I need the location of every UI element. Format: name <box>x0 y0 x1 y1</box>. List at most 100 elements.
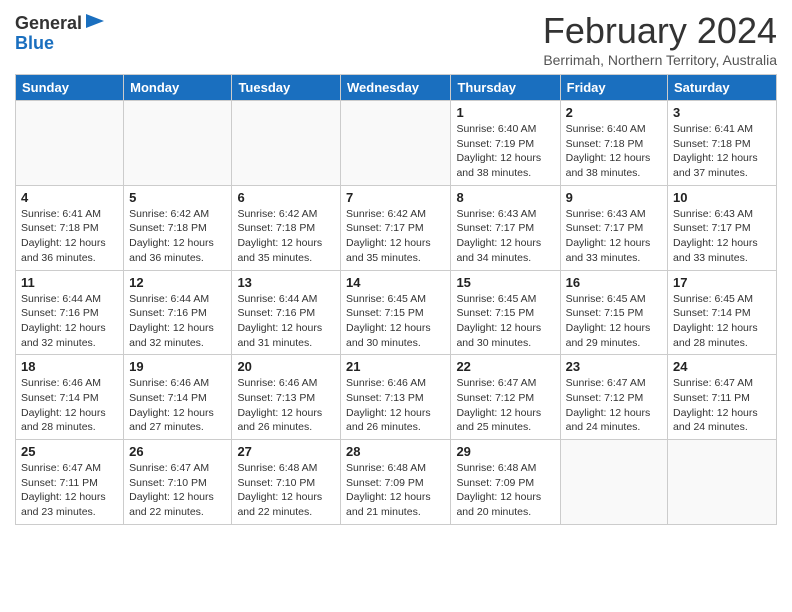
day-info: Sunrise: 6:47 AM Sunset: 7:11 PM Dayligh… <box>21 461 118 520</box>
weekday-header-thursday: Thursday <box>451 75 560 101</box>
calendar-cell: 23 Sunrise: 6:47 AM Sunset: 7:12 PM Dayli… <box>560 355 667 440</box>
day-info: Sunrise: 6:47 AM Sunset: 7:12 PM Dayligh… <box>456 376 554 435</box>
day-info: Sunrise: 6:46 AM Sunset: 7:13 PM Dayligh… <box>237 376 335 435</box>
day-number: 27 <box>237 444 335 459</box>
calendar-week-1: 1 Sunrise: 6:40 AM Sunset: 7:19 PM Daylig… <box>16 101 777 186</box>
day-number: 18 <box>21 359 118 374</box>
calendar-cell: 27 Sunrise: 6:48 AM Sunset: 7:10 PM Dayli… <box>232 440 341 525</box>
day-number: 20 <box>237 359 335 374</box>
calendar-cell: 29 Sunrise: 6:48 AM Sunset: 7:09 PM Dayli… <box>451 440 560 525</box>
day-number: 17 <box>673 275 771 290</box>
logo: General Blue <box>15 10 104 54</box>
day-number: 1 <box>456 105 554 120</box>
day-number: 8 <box>456 190 554 205</box>
day-number: 23 <box>566 359 662 374</box>
logo-text-block: General Blue <box>15 14 104 54</box>
calendar-cell <box>232 101 341 186</box>
day-number: 2 <box>566 105 662 120</box>
header: General Blue February 2024 Berrimah, Nor… <box>15 10 777 68</box>
day-info: Sunrise: 6:47 AM Sunset: 7:10 PM Dayligh… <box>129 461 226 520</box>
day-info: Sunrise: 6:45 AM Sunset: 7:15 PM Dayligh… <box>346 292 445 351</box>
day-number: 25 <box>21 444 118 459</box>
day-info: Sunrise: 6:40 AM Sunset: 7:19 PM Dayligh… <box>456 122 554 181</box>
day-number: 14 <box>346 275 445 290</box>
calendar-cell: 5 Sunrise: 6:42 AM Sunset: 7:18 PM Daylig… <box>124 185 232 270</box>
location-subtitle: Berrimah, Northern Territory, Australia <box>543 52 777 68</box>
day-number: 15 <box>456 275 554 290</box>
day-number: 6 <box>237 190 335 205</box>
month-title: February 2024 <box>543 10 777 52</box>
day-info: Sunrise: 6:42 AM Sunset: 7:18 PM Dayligh… <box>129 207 226 266</box>
calendar-cell: 17 Sunrise: 6:45 AM Sunset: 7:14 PM Dayli… <box>668 270 777 355</box>
day-number: 22 <box>456 359 554 374</box>
calendar-cell: 13Sunrise: 6:44 AM Sunset: 7:16 PM Dayli… <box>232 270 341 355</box>
calendar-week-2: 4 Sunrise: 6:41 AM Sunset: 7:18 PM Daylig… <box>16 185 777 270</box>
day-number: 7 <box>346 190 445 205</box>
calendar-cell <box>16 101 124 186</box>
title-area: February 2024 Berrimah, Northern Territo… <box>543 10 777 68</box>
calendar-week-4: 18 Sunrise: 6:46 AM Sunset: 7:14 PM Dayli… <box>16 355 777 440</box>
day-info: Sunrise: 6:47 AM Sunset: 7:12 PM Dayligh… <box>566 376 662 435</box>
weekday-header-wednesday: Wednesday <box>341 75 451 101</box>
calendar-week-3: 11 Sunrise: 6:44 AM Sunset: 7:16 PM Dayli… <box>16 270 777 355</box>
calendar-cell: 11 Sunrise: 6:44 AM Sunset: 7:16 PM Dayli… <box>16 270 124 355</box>
day-number: 28 <box>346 444 445 459</box>
calendar-cell: 9Sunrise: 6:43 AM Sunset: 7:17 PM Daylig… <box>560 185 667 270</box>
day-number: 16 <box>566 275 662 290</box>
day-number: 29 <box>456 444 554 459</box>
calendar-cell: 2Sunrise: 6:40 AM Sunset: 7:18 PM Daylig… <box>560 101 667 186</box>
day-number: 13 <box>237 275 335 290</box>
day-info: Sunrise: 6:41 AM Sunset: 7:18 PM Dayligh… <box>21 207 118 266</box>
calendar-cell: 24 Sunrise: 6:47 AM Sunset: 7:11 PM Dayli… <box>668 355 777 440</box>
day-info: Sunrise: 6:43 AM Sunset: 7:17 PM Dayligh… <box>673 207 771 266</box>
calendar-table: SundayMondayTuesdayWednesdayThursdayFrid… <box>15 74 777 525</box>
day-number: 10 <box>673 190 771 205</box>
day-number: 26 <box>129 444 226 459</box>
day-number: 19 <box>129 359 226 374</box>
day-number: 24 <box>673 359 771 374</box>
calendar-cell: 4 Sunrise: 6:41 AM Sunset: 7:18 PM Daylig… <box>16 185 124 270</box>
calendar-cell: 14 Sunrise: 6:45 AM Sunset: 7:15 PM Dayli… <box>341 270 451 355</box>
weekday-header-tuesday: Tuesday <box>232 75 341 101</box>
logo-general: General <box>15 14 82 34</box>
day-number: 11 <box>21 275 118 290</box>
day-info: Sunrise: 6:46 AM Sunset: 7:13 PM Dayligh… <box>346 376 445 435</box>
calendar-cell: 26 Sunrise: 6:47 AM Sunset: 7:10 PM Dayli… <box>124 440 232 525</box>
weekday-header-row: SundayMondayTuesdayWednesdayThursdayFrid… <box>16 75 777 101</box>
calendar-cell: 7Sunrise: 6:42 AM Sunset: 7:17 PM Daylig… <box>341 185 451 270</box>
day-number: 5 <box>129 190 226 205</box>
calendar-cell: 1 Sunrise: 6:40 AM Sunset: 7:19 PM Daylig… <box>451 101 560 186</box>
calendar-week-5: 25 Sunrise: 6:47 AM Sunset: 7:11 PM Dayli… <box>16 440 777 525</box>
day-info: Sunrise: 6:41 AM Sunset: 7:18 PM Dayligh… <box>673 122 771 181</box>
calendar-cell: 19 Sunrise: 6:46 AM Sunset: 7:14 PM Dayli… <box>124 355 232 440</box>
calendar-cell: 22 Sunrise: 6:47 AM Sunset: 7:12 PM Dayli… <box>451 355 560 440</box>
day-info: Sunrise: 6:47 AM Sunset: 7:11 PM Dayligh… <box>673 376 771 435</box>
calendar-cell: 8 Sunrise: 6:43 AM Sunset: 7:17 PM Daylig… <box>451 185 560 270</box>
day-number: 3 <box>673 105 771 120</box>
calendar-cell: 16Sunrise: 6:45 AM Sunset: 7:15 PM Dayli… <box>560 270 667 355</box>
logo-blue: Blue <box>15 34 54 54</box>
calendar-cell <box>560 440 667 525</box>
weekday-header-sunday: Sunday <box>16 75 124 101</box>
day-number: 9 <box>566 190 662 205</box>
day-info: Sunrise: 6:46 AM Sunset: 7:14 PM Dayligh… <box>129 376 226 435</box>
calendar-cell <box>341 101 451 186</box>
calendar-cell <box>124 101 232 186</box>
calendar-cell: 12Sunrise: 6:44 AM Sunset: 7:16 PM Dayli… <box>124 270 232 355</box>
day-number: 4 <box>21 190 118 205</box>
weekday-header-monday: Monday <box>124 75 232 101</box>
calendar-cell: 28 Sunrise: 6:48 AM Sunset: 7:09 PM Dayli… <box>341 440 451 525</box>
calendar-cell: 6Sunrise: 6:42 AM Sunset: 7:18 PM Daylig… <box>232 185 341 270</box>
day-info: Sunrise: 6:45 AM Sunset: 7:14 PM Dayligh… <box>673 292 771 351</box>
calendar-cell: 20 Sunrise: 6:46 AM Sunset: 7:13 PM Dayli… <box>232 355 341 440</box>
day-info: Sunrise: 6:44 AM Sunset: 7:16 PM Dayligh… <box>129 292 226 351</box>
day-info: Sunrise: 6:48 AM Sunset: 7:10 PM Dayligh… <box>237 461 335 520</box>
day-info: Sunrise: 6:44 AM Sunset: 7:16 PM Dayligh… <box>21 292 118 351</box>
calendar-cell: 18Sunrise: 6:46 AM Sunset: 7:14 PM Dayli… <box>16 355 124 440</box>
calendar-cell: 15 Sunrise: 6:45 AM Sunset: 7:15 PM Dayli… <box>451 270 560 355</box>
day-info: Sunrise: 6:48 AM Sunset: 7:09 PM Dayligh… <box>346 461 445 520</box>
day-info: Sunrise: 6:45 AM Sunset: 7:15 PM Dayligh… <box>456 292 554 351</box>
day-number: 21 <box>346 359 445 374</box>
day-info: Sunrise: 6:43 AM Sunset: 7:17 PM Dayligh… <box>456 207 554 266</box>
day-info: Sunrise: 6:48 AM Sunset: 7:09 PM Dayligh… <box>456 461 554 520</box>
